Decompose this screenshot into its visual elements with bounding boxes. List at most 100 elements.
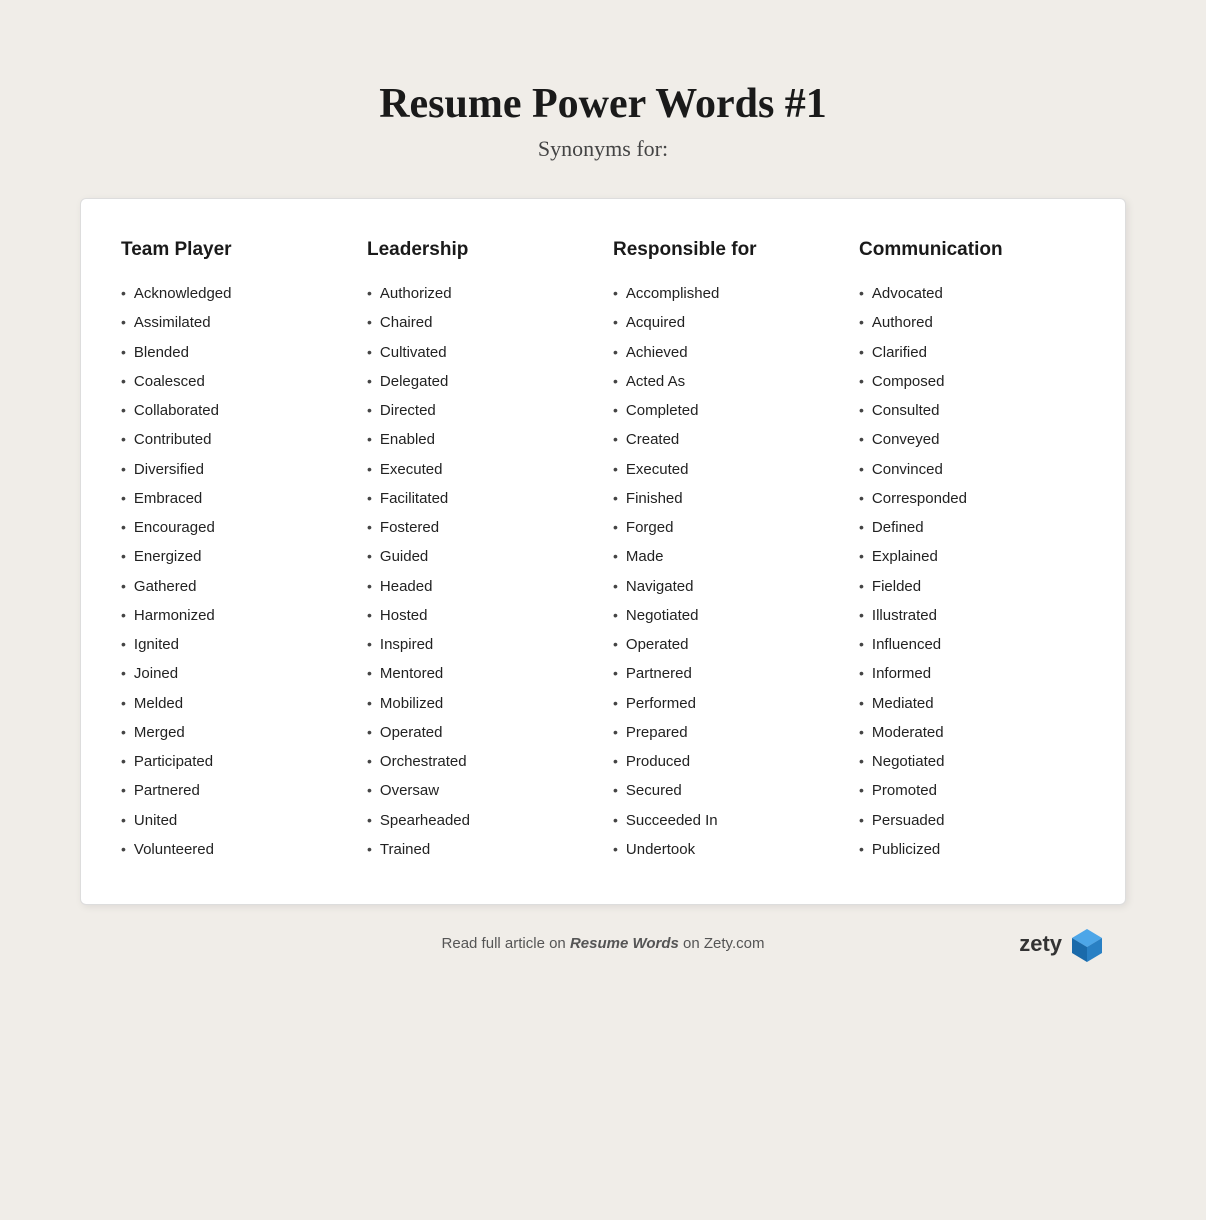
list-item: Negotiated (859, 747, 1085, 776)
column-communication: CommunicationAdvocatedAuthoredClarifiedC… (859, 239, 1085, 864)
list-item: Collaborated (121, 396, 347, 425)
list-item: Volunteered (121, 835, 347, 864)
list-item: Headed (367, 572, 593, 601)
list-item: Energized (121, 542, 347, 571)
list-item: Secured (613, 776, 839, 805)
list-item: Diversified (121, 455, 347, 484)
list-item: Blended (121, 338, 347, 367)
column-header-responsible-for: Responsible for (613, 239, 839, 261)
content-card: Team Player AcknowledgedAssimilatedBlende… (80, 198, 1126, 905)
list-item: Gathered (121, 572, 347, 601)
list-item: Informed (859, 659, 1085, 688)
list-item: Orchestrated (367, 747, 593, 776)
list-item: Moderated (859, 718, 1085, 747)
list-item: Partnered (121, 776, 347, 805)
zety-logo: zety (1019, 925, 1106, 963)
list-item: Mentored (367, 659, 593, 688)
list-item: Coalesced (121, 367, 347, 396)
list-item: Fielded (859, 572, 1085, 601)
columns-grid: Team Player AcknowledgedAssimilatedBlende… (121, 239, 1085, 864)
list-item: Navigated (613, 572, 839, 601)
list-item: Negotiated (613, 601, 839, 630)
list-item: Joined (121, 659, 347, 688)
list-item: Merged (121, 718, 347, 747)
list-item: Illustrated (859, 601, 1085, 630)
list-item: Operated (367, 718, 593, 747)
list-item: Achieved (613, 338, 839, 367)
column-header-communication: Communication (859, 239, 1085, 261)
list-item: Trained (367, 835, 593, 864)
list-item: Persuaded (859, 806, 1085, 835)
list-item: Composed (859, 367, 1085, 396)
zety-brand-name: zety (1019, 931, 1062, 957)
list-item: Fostered (367, 513, 593, 542)
list-item: Authored (859, 308, 1085, 337)
column-leadership: Leadership AuthorizedChairedCultivatedDel… (367, 239, 593, 864)
list-item: Produced (613, 747, 839, 776)
zety-cube-icon (1068, 925, 1106, 963)
list-item: Defined (859, 513, 1085, 542)
list-item: Executed (367, 455, 593, 484)
column-responsible-for: Responsible for AccomplishedAcquiredAchie… (613, 239, 839, 864)
list-item: Promoted (859, 776, 1085, 805)
list-item: Guided (367, 542, 593, 571)
word-list-team-player: AcknowledgedAssimilatedBlendedCoalescedC… (121, 279, 347, 864)
list-item: Melded (121, 689, 347, 718)
list-item: Chaired (367, 308, 593, 337)
column-header-team-player: Team Player (121, 239, 347, 261)
list-item: Explained (859, 542, 1085, 571)
list-item: Oversaw (367, 776, 593, 805)
list-item: Operated (613, 630, 839, 659)
list-item: Finished (613, 484, 839, 513)
list-item: Acted As (613, 367, 839, 396)
footer-text: Read full article on Resume Words on Zet… (442, 935, 765, 952)
list-item: Executed (613, 455, 839, 484)
list-item: Created (613, 425, 839, 454)
list-item: Embraced (121, 484, 347, 513)
list-item: Delegated (367, 367, 593, 396)
list-item: Clarified (859, 338, 1085, 367)
list-item: Ignited (121, 630, 347, 659)
list-item: Authorized (367, 279, 593, 308)
list-item: United (121, 806, 347, 835)
list-item: Mediated (859, 689, 1085, 718)
list-item: Cultivated (367, 338, 593, 367)
list-item: Enabled (367, 425, 593, 454)
list-item: Consulted (859, 396, 1085, 425)
page-title: Resume Power Words #1 (379, 80, 827, 128)
column-header-leadership: Leadership (367, 239, 593, 261)
word-list-responsible-for: AccomplishedAcquiredAchievedActed AsComp… (613, 279, 839, 864)
list-item: Influenced (859, 630, 1085, 659)
list-item: Participated (121, 747, 347, 776)
footer: Read full article on Resume Words on Zet… (80, 935, 1126, 952)
list-item: Facilitated (367, 484, 593, 513)
list-item: Contributed (121, 425, 347, 454)
list-item: Made (613, 542, 839, 571)
list-item: Encouraged (121, 513, 347, 542)
list-item: Spearheaded (367, 806, 593, 835)
list-item: Prepared (613, 718, 839, 747)
list-item: Partnered (613, 659, 839, 688)
list-item: Advocated (859, 279, 1085, 308)
list-item: Directed (367, 396, 593, 425)
page-wrapper: Resume Power Words #1 Synonyms for: Team… (20, 20, 1186, 1200)
word-list-communication: AdvocatedAuthoredClarifiedComposedConsul… (859, 279, 1085, 864)
list-item: Forged (613, 513, 839, 542)
list-item: Acknowledged (121, 279, 347, 308)
list-item: Corresponded (859, 484, 1085, 513)
list-item: Performed (613, 689, 839, 718)
list-item: Acquired (613, 308, 839, 337)
page-subtitle: Synonyms for: (538, 136, 668, 162)
list-item: Conveyed (859, 425, 1085, 454)
list-item: Accomplished (613, 279, 839, 308)
column-team-player: Team Player AcknowledgedAssimilatedBlende… (121, 239, 347, 864)
list-item: Inspired (367, 630, 593, 659)
list-item: Assimilated (121, 308, 347, 337)
list-item: Succeeded In (613, 806, 839, 835)
list-item: Hosted (367, 601, 593, 630)
list-item: Mobilized (367, 689, 593, 718)
word-list-leadership: AuthorizedChairedCultivatedDelegatedDire… (367, 279, 593, 864)
list-item: Completed (613, 396, 839, 425)
list-item: Publicized (859, 835, 1085, 864)
list-item: Harmonized (121, 601, 347, 630)
